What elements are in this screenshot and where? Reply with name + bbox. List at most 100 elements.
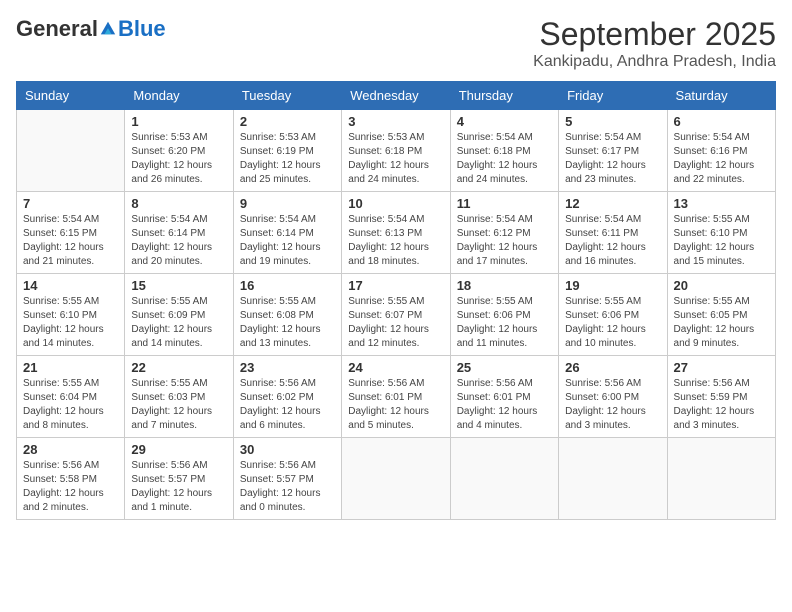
day-info: Sunrise: 5:55 AM Sunset: 6:04 PM Dayligh…	[23, 377, 118, 433]
day-number: 8	[131, 196, 226, 211]
week-row-5: 28Sunrise: 5:56 AM Sunset: 5:58 PM Dayli…	[17, 438, 776, 520]
day-cell	[559, 438, 667, 520]
day-cell: 2 Sunrise: 5:53 AM Sunset: 6:19 PM Daylig…	[233, 110, 341, 192]
day-cell: 29Sunrise: 5:56 AM Sunset: 5:57 PM Dayli…	[125, 438, 233, 520]
week-row-3: 14 Sunrise: 5:55 AM Sunset: 6:10 PM Dayli…	[17, 274, 776, 356]
day-number: 16	[240, 278, 335, 293]
day-number: 19	[565, 278, 660, 293]
day-cell: 1Sunrise: 5:53 AM Sunset: 6:20 PM Daylig…	[125, 110, 233, 192]
logo-blue: Blue	[118, 16, 166, 42]
day-info: Sunrise: 5:55 AM Sunset: 6:06 PM Dayligh…	[457, 295, 552, 351]
day-info: Sunrise: 5:56 AM Sunset: 5:58 PM Dayligh…	[23, 459, 118, 515]
day-info: Sunrise: 5:56 AM Sunset: 5:57 PM Dayligh…	[131, 459, 226, 515]
day-cell: 13Sunrise: 5:55 AM Sunset: 6:10 PM Dayli…	[667, 192, 775, 274]
day-cell: 23 Sunrise: 5:56 AM Sunset: 6:02 PM Dayli…	[233, 356, 341, 438]
day-header-tuesday: Tuesday	[233, 82, 341, 110]
day-number: 30	[240, 442, 335, 457]
day-number: 2	[240, 114, 335, 129]
day-cell: 15 Sunrise: 5:55 AM Sunset: 6:09 PM Dayli…	[125, 274, 233, 356]
day-cell: 8 Sunrise: 5:54 AM Sunset: 6:14 PM Daylig…	[125, 192, 233, 274]
day-number: 17	[348, 278, 443, 293]
day-number: 20	[674, 278, 769, 293]
day-info: Sunrise: 5:54 AM Sunset: 6:15 PM Dayligh…	[23, 213, 118, 269]
calendar-header-row: SundayMondayTuesdayWednesdayThursdayFrid…	[17, 82, 776, 110]
title-section: September 2025 Kankipadu, Andhra Pradesh…	[533, 16, 776, 71]
day-cell: 4Sunrise: 5:54 AM Sunset: 6:18 PM Daylig…	[450, 110, 558, 192]
day-info: Sunrise: 5:55 AM Sunset: 6:08 PM Dayligh…	[240, 295, 335, 351]
day-number: 9	[240, 196, 335, 211]
page-header: General Blue September 2025 Kankipadu, A…	[16, 16, 776, 71]
logo: General Blue	[16, 16, 166, 42]
day-cell: 19 Sunrise: 5:55 AM Sunset: 6:06 PM Dayli…	[559, 274, 667, 356]
day-info: Sunrise: 5:56 AM Sunset: 5:59 PM Dayligh…	[674, 377, 769, 433]
day-number: 15	[131, 278, 226, 293]
week-row-1: 1Sunrise: 5:53 AM Sunset: 6:20 PM Daylig…	[17, 110, 776, 192]
day-cell: 9 Sunrise: 5:54 AM Sunset: 6:14 PM Daylig…	[233, 192, 341, 274]
day-cell: 26Sunrise: 5:56 AM Sunset: 6:00 PM Dayli…	[559, 356, 667, 438]
day-number: 12	[565, 196, 660, 211]
day-info: Sunrise: 5:55 AM Sunset: 6:07 PM Dayligh…	[348, 295, 443, 351]
day-cell	[342, 438, 450, 520]
logo-general: General	[16, 16, 98, 42]
day-number: 7	[23, 196, 118, 211]
day-info: Sunrise: 5:54 AM Sunset: 6:14 PM Dayligh…	[240, 213, 335, 269]
day-cell: 21Sunrise: 5:55 AM Sunset: 6:04 PM Dayli…	[17, 356, 125, 438]
day-cell: 27Sunrise: 5:56 AM Sunset: 5:59 PM Dayli…	[667, 356, 775, 438]
day-info: Sunrise: 5:56 AM Sunset: 6:01 PM Dayligh…	[457, 377, 552, 433]
day-header-thursday: Thursday	[450, 82, 558, 110]
day-info: Sunrise: 5:54 AM Sunset: 6:11 PM Dayligh…	[565, 213, 660, 269]
day-info: Sunrise: 5:55 AM Sunset: 6:10 PM Dayligh…	[23, 295, 118, 351]
calendar-body: 1Sunrise: 5:53 AM Sunset: 6:20 PM Daylig…	[17, 110, 776, 520]
day-number: 4	[457, 114, 552, 129]
day-cell: 24 Sunrise: 5:56 AM Sunset: 6:01 PM Dayli…	[342, 356, 450, 438]
day-cell: 6Sunrise: 5:54 AM Sunset: 6:16 PM Daylig…	[667, 110, 775, 192]
day-header-wednesday: Wednesday	[342, 82, 450, 110]
day-header-friday: Friday	[559, 82, 667, 110]
day-cell	[450, 438, 558, 520]
day-number: 23	[240, 360, 335, 375]
day-number: 10	[348, 196, 443, 211]
day-info: Sunrise: 5:56 AM Sunset: 6:00 PM Dayligh…	[565, 377, 660, 433]
day-number: 14	[23, 278, 118, 293]
day-number: 24	[348, 360, 443, 375]
day-info: Sunrise: 5:53 AM Sunset: 6:19 PM Dayligh…	[240, 131, 335, 187]
day-header-saturday: Saturday	[667, 82, 775, 110]
day-info: Sunrise: 5:54 AM Sunset: 6:17 PM Dayligh…	[565, 131, 660, 187]
day-info: Sunrise: 5:54 AM Sunset: 6:12 PM Dayligh…	[457, 213, 552, 269]
day-cell: 17 Sunrise: 5:55 AM Sunset: 6:07 PM Dayli…	[342, 274, 450, 356]
day-info: Sunrise: 5:55 AM Sunset: 6:05 PM Dayligh…	[674, 295, 769, 351]
day-header-monday: Monday	[125, 82, 233, 110]
day-cell: 7 Sunrise: 5:54 AM Sunset: 6:15 PM Daylig…	[17, 192, 125, 274]
day-cell: 14 Sunrise: 5:55 AM Sunset: 6:10 PM Dayli…	[17, 274, 125, 356]
day-info: Sunrise: 5:54 AM Sunset: 6:14 PM Dayligh…	[131, 213, 226, 269]
day-cell: 11 Sunrise: 5:54 AM Sunset: 6:12 PM Dayli…	[450, 192, 558, 274]
day-info: Sunrise: 5:55 AM Sunset: 6:09 PM Dayligh…	[131, 295, 226, 351]
day-cell: 20 Sunrise: 5:55 AM Sunset: 6:05 PM Dayli…	[667, 274, 775, 356]
day-info: Sunrise: 5:55 AM Sunset: 6:10 PM Dayligh…	[674, 213, 769, 269]
day-header-sunday: Sunday	[17, 82, 125, 110]
calendar: SundayMondayTuesdayWednesdayThursdayFrid…	[16, 81, 776, 520]
day-cell: 10Sunrise: 5:54 AM Sunset: 6:13 PM Dayli…	[342, 192, 450, 274]
day-number: 3	[348, 114, 443, 129]
day-info: Sunrise: 5:56 AM Sunset: 5:57 PM Dayligh…	[240, 459, 335, 515]
day-number: 11	[457, 196, 552, 211]
day-cell: 28Sunrise: 5:56 AM Sunset: 5:58 PM Dayli…	[17, 438, 125, 520]
day-info: Sunrise: 5:53 AM Sunset: 6:18 PM Dayligh…	[348, 131, 443, 187]
day-number: 1	[131, 114, 226, 129]
day-cell: 3 Sunrise: 5:53 AM Sunset: 6:18 PM Daylig…	[342, 110, 450, 192]
location: Kankipadu, Andhra Pradesh, India	[533, 53, 776, 71]
day-cell: 12 Sunrise: 5:54 AM Sunset: 6:11 PM Dayli…	[559, 192, 667, 274]
logo-icon	[99, 20, 117, 38]
day-info: Sunrise: 5:56 AM Sunset: 6:02 PM Dayligh…	[240, 377, 335, 433]
day-cell	[667, 438, 775, 520]
day-cell: 22Sunrise: 5:55 AM Sunset: 6:03 PM Dayli…	[125, 356, 233, 438]
day-number: 5	[565, 114, 660, 129]
day-cell: 16 Sunrise: 5:55 AM Sunset: 6:08 PM Dayli…	[233, 274, 341, 356]
day-info: Sunrise: 5:56 AM Sunset: 6:01 PM Dayligh…	[348, 377, 443, 433]
day-cell	[17, 110, 125, 192]
day-info: Sunrise: 5:55 AM Sunset: 6:06 PM Dayligh…	[565, 295, 660, 351]
month-title: September 2025	[533, 16, 776, 53]
day-number: 6	[674, 114, 769, 129]
day-cell: 25Sunrise: 5:56 AM Sunset: 6:01 PM Dayli…	[450, 356, 558, 438]
day-cell: 30 Sunrise: 5:56 AM Sunset: 5:57 PM Dayli…	[233, 438, 341, 520]
